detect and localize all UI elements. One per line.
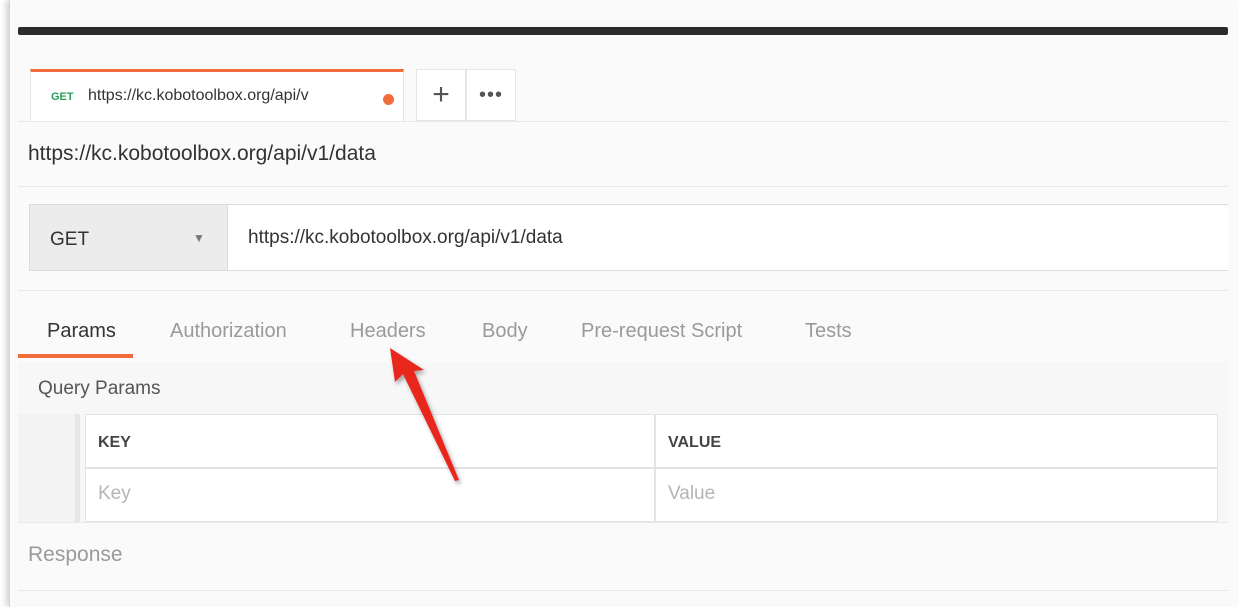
tab-url-label: https://kc.kobotoolbox.org/api/v — [88, 87, 309, 104]
divider — [18, 290, 1228, 291]
request-tab-strip: GET https://kc.kobotoolbox.org/api/v + •… — [18, 69, 1228, 121]
tab-pre-request-script[interactable]: Pre-request Script — [581, 320, 742, 343]
divider — [18, 590, 1228, 591]
row-gutter — [18, 414, 80, 522]
divider — [18, 522, 1228, 523]
url-bar: GET ▼ — [29, 204, 1228, 271]
divider — [18, 121, 1228, 122]
caret-down-icon: ▼ — [193, 231, 205, 245]
tab-headers[interactable]: Headers — [350, 320, 426, 343]
response-label: Response — [28, 543, 123, 566]
more-icon: ••• — [478, 83, 503, 106]
unsaved-dot-icon — [383, 94, 394, 105]
request-title: https://kc.kobotoolbox.org/api/v1/data — [28, 142, 376, 165]
window-top-bar — [18, 27, 1228, 35]
key-column-header: KEY — [85, 414, 655, 468]
request-tab[interactable]: GET https://kc.kobotoolbox.org/api/v — [30, 69, 404, 121]
tab-body[interactable]: Body — [482, 320, 528, 343]
new-tab-button[interactable]: + — [416, 69, 466, 121]
tab-tests[interactable]: Tests — [805, 320, 852, 343]
tab-method-label: GET — [51, 91, 74, 103]
plus-icon: + — [432, 78, 450, 111]
active-tab-indicator — [18, 354, 133, 358]
value-column-header: VALUE — [655, 414, 1218, 468]
more-tabs-button[interactable]: ••• — [466, 69, 516, 121]
request-tabs: Params Authorization Headers Body Pre-re… — [18, 310, 1228, 362]
query-params-title: Query Params — [38, 378, 161, 399]
tab-params[interactable]: Params — [47, 320, 116, 343]
tab-authorization[interactable]: Authorization — [170, 320, 287, 343]
query-params-table: KEY VALUE Key Value — [18, 414, 1218, 522]
value-input[interactable]: Value — [655, 468, 1218, 522]
key-input[interactable]: Key — [85, 468, 655, 522]
divider — [18, 186, 1228, 187]
url-input[interactable] — [229, 205, 1219, 270]
method-select[interactable]: GET ▼ — [30, 205, 228, 270]
method-select-value: GET — [50, 229, 90, 250]
